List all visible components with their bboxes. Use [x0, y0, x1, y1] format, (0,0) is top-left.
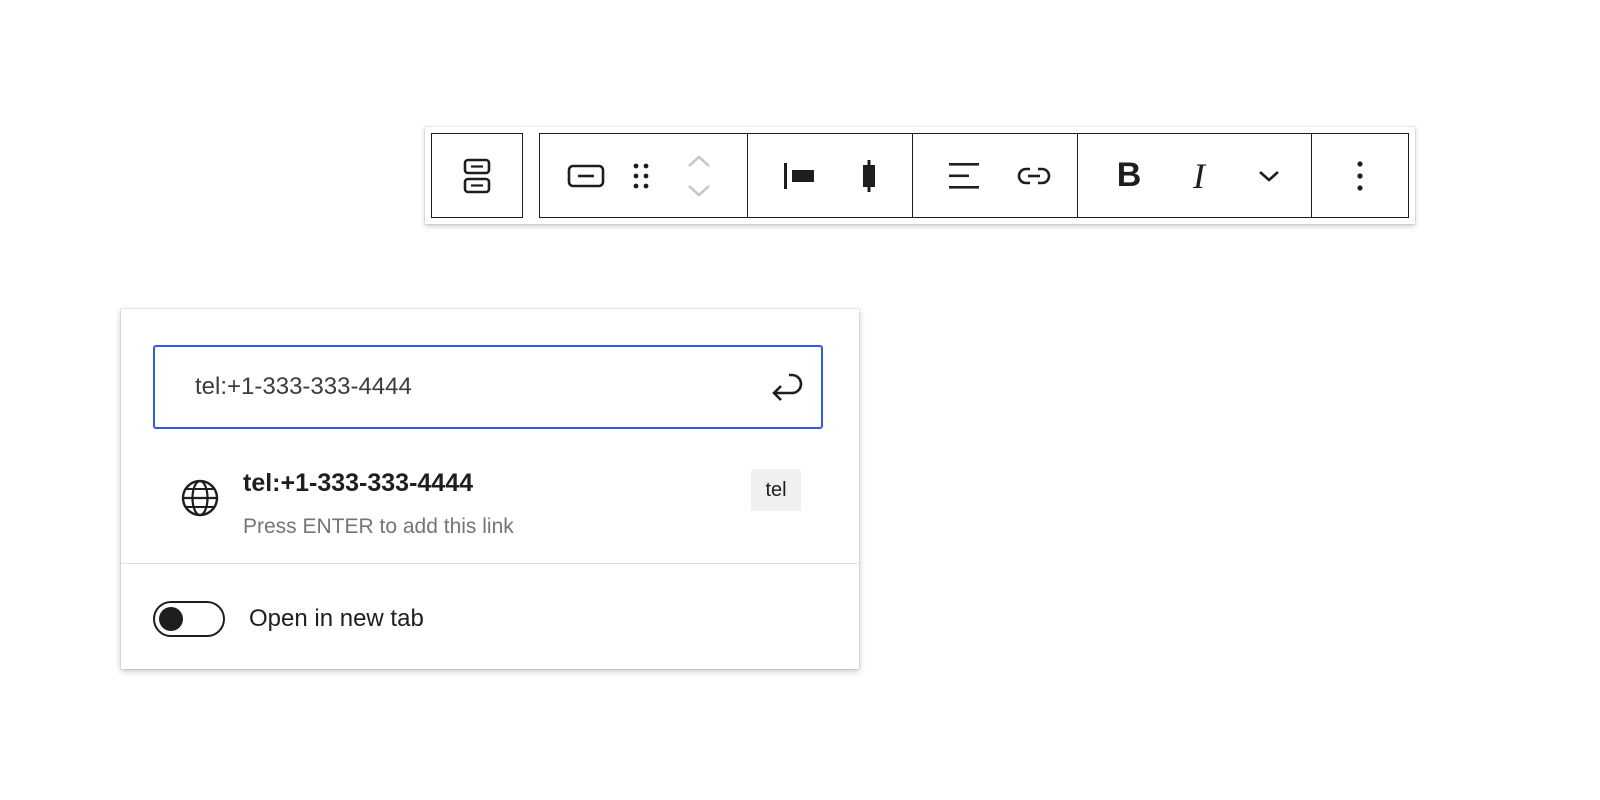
more-formatting-button[interactable]: [1234, 134, 1304, 217]
select-parent-block-button[interactable]: [431, 133, 523, 218]
open-new-tab-label: Open in new tab: [249, 605, 424, 632]
button-block-icon: [567, 164, 605, 187]
align-text-left-icon: [949, 162, 979, 189]
link-suggestion[interactable]: tel:+1-333-333-4444 Press ENTER to add t…: [153, 457, 823, 541]
toolbar-group-options: [1312, 134, 1408, 217]
align-text-button[interactable]: [929, 134, 999, 217]
popover-divider: [121, 563, 859, 564]
toolbar-group-align-link: [913, 134, 1078, 217]
block-toolbar: B I: [425, 127, 1415, 224]
link-popover: tel:+1-333-333-4444 Press ENTER to add t…: [121, 309, 859, 669]
suggestion-type-badge: tel: [751, 469, 801, 511]
toolbar-main: B I: [539, 133, 1409, 218]
suggestion-info: Press ENTER to add this link: [243, 515, 514, 538]
submit-link-button[interactable]: [765, 365, 809, 409]
drag-handle-icon: [633, 163, 649, 188]
url-field: [153, 345, 823, 429]
suggestion-title: tel:+1-333-333-4444: [243, 469, 474, 497]
more-vertical-icon: [1357, 160, 1363, 191]
options-button[interactable]: [1325, 134, 1395, 217]
italic-icon: I: [1193, 155, 1205, 196]
toolbar-group-format: B I: [1078, 134, 1312, 217]
block-type-button[interactable]: [562, 134, 610, 217]
chevron-down-icon: [1259, 170, 1279, 182]
link-icon: [1017, 167, 1051, 184]
drag-handle-button[interactable]: [610, 134, 672, 217]
toggle-thumb: [159, 607, 183, 631]
justify-left-button[interactable]: [764, 134, 834, 217]
editor-canvas: B I tel:+1-333-333-4444 tel:+1-333-333-4…: [0, 0, 1600, 800]
open-new-tab-toggle[interactable]: [153, 601, 225, 637]
move-up-down-button[interactable]: [672, 134, 726, 217]
justify-left-icon: [784, 162, 814, 189]
group-block-icon: [463, 158, 491, 193]
globe-icon: [181, 479, 219, 517]
open-new-tab-row: Open in new tab: [153, 599, 424, 639]
link-button[interactable]: [999, 134, 1069, 217]
bold-button[interactable]: B: [1094, 134, 1164, 217]
justify-center-icon: [863, 159, 875, 192]
url-input[interactable]: [195, 347, 735, 427]
enter-return-icon: [772, 373, 803, 401]
bold-icon: B: [1116, 156, 1142, 194]
justify-center-button[interactable]: [834, 134, 904, 217]
italic-button[interactable]: I: [1164, 134, 1234, 217]
toolbar-group-justify: [748, 134, 913, 217]
toolbar-group-block: [540, 134, 748, 217]
chevron-up-icon: [688, 154, 710, 167]
chevron-down-icon: [688, 184, 710, 197]
